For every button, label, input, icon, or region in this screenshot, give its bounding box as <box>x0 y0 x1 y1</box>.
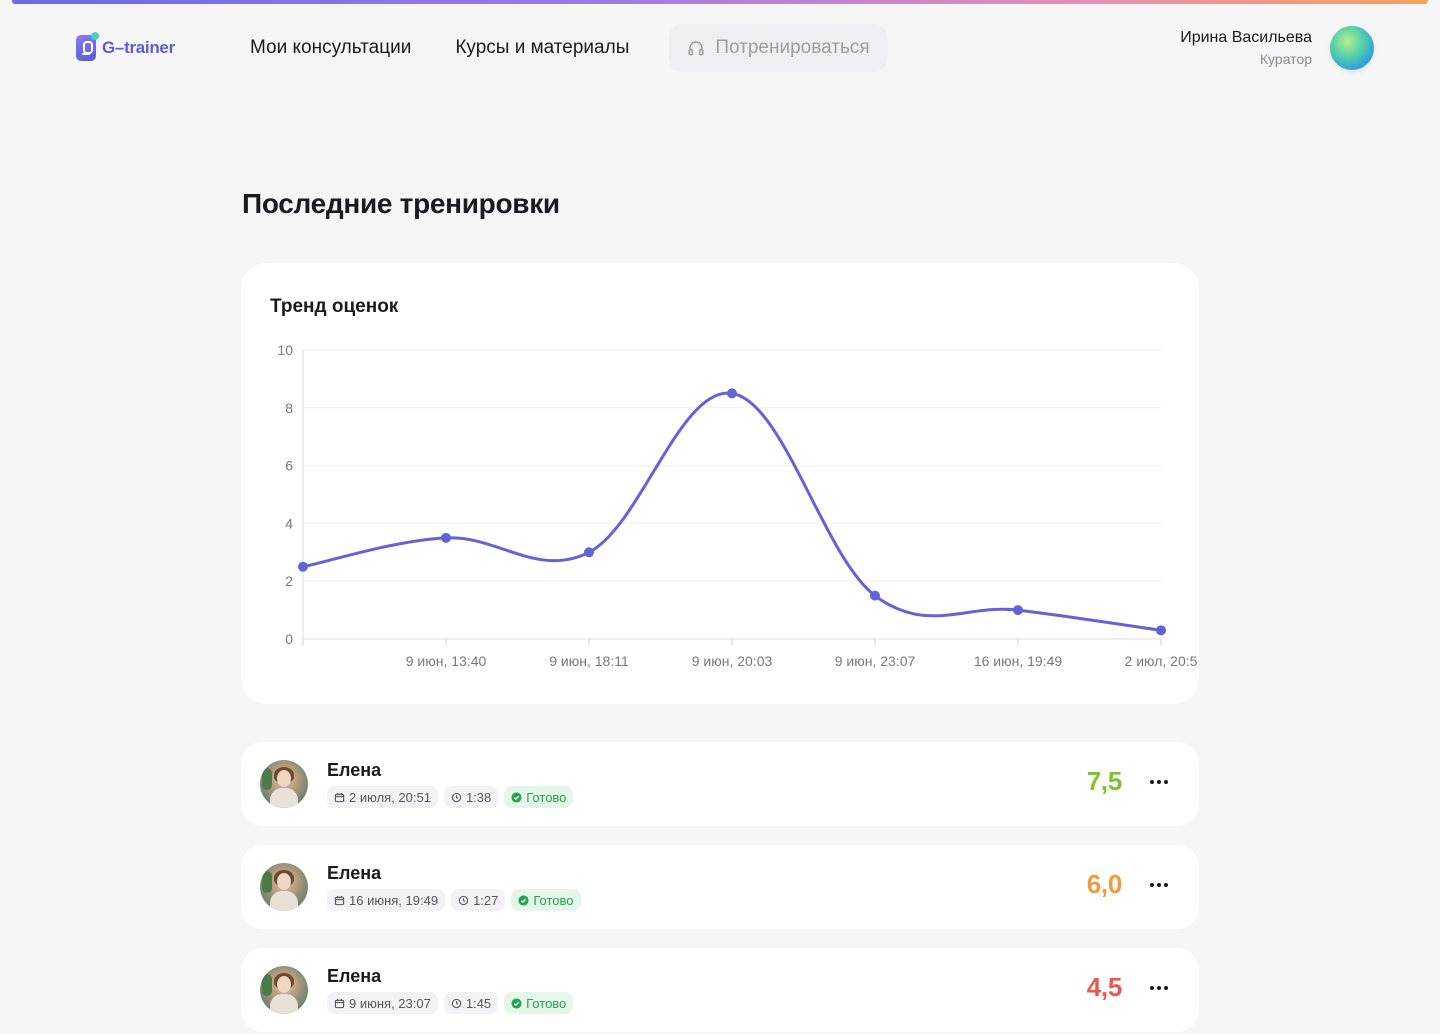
page-title: Последние тренировки <box>242 188 560 219</box>
data-point <box>870 590 880 601</box>
calendar-icon <box>334 792 345 802</box>
more-options-icon[interactable] <box>1149 772 1169 792</box>
user-role: Куратор <box>1259 51 1312 67</box>
x-tick-label: 16 июн, 19:49 <box>974 653 1063 669</box>
y-tick-label: 8 <box>285 400 293 416</box>
score-trend-chart: 0 2 4 6 8 10 9 июн, 13:40 9 июн, 18:11 9 июн, 20… <box>277 342 1198 669</box>
training-duration: 1:45 <box>465 995 492 1011</box>
nav-item-courses[interactable]: Курсы и материалы <box>455 24 629 72</box>
header: G–trainer Мои консультации Курсы и матер… <box>0 0 1440 100</box>
y-tick-label: 2 <box>285 573 293 589</box>
calendar-icon <box>334 895 345 905</box>
x-tick-label: 9 июн, 13:40 <box>406 653 487 669</box>
chart-card: Тренд оценок 0 2 4 6 8 10 9 июн, 13:40 9 июн, 1… <box>241 263 1199 704</box>
date-chip: 9 июня, 23:07 <box>327 992 438 1014</box>
training-score: 7,5 <box>1086 766 1123 796</box>
trainee-avatar <box>260 966 308 1014</box>
trainee-name: Елена <box>327 760 382 780</box>
duration-chip: 1:38 <box>443 786 499 808</box>
duration-chip: 1:45 <box>443 992 499 1014</box>
duration-chip: 1:27 <box>451 889 506 911</box>
avatar[interactable] <box>1330 26 1374 70</box>
data-point <box>298 561 308 572</box>
series-line <box>301 391 1163 632</box>
logo-text: G–trainer <box>102 38 175 57</box>
training-row[interactable]: Елена 9 июня, 23:07 1:45 Готово 4,5 <box>241 948 1199 1032</box>
training-duration: 1:27 <box>473 892 499 908</box>
trainee-avatar <box>260 760 308 808</box>
x-tick-label: 9 июн, 18:11 <box>549 653 629 669</box>
training-date: 9 июня, 23:07 <box>349 995 431 1011</box>
clock-icon <box>451 792 462 802</box>
training-row[interactable]: Елена 16 июня, 19:49 1:27 Готово 6,0 <box>241 845 1199 929</box>
x-tick-label: 2 июл, 20:5 <box>1125 653 1198 669</box>
training-meta: 16 июня, 19:49 1:27 Готово <box>327 889 581 911</box>
training-date: 16 июня, 19:49 <box>349 892 439 908</box>
check-circle-icon <box>511 791 522 803</box>
training-meta: 2 июля, 20:51 1:38 Готово <box>327 786 574 808</box>
train-button[interactable]: Потренироваться <box>669 24 888 72</box>
date-chip: 2 июля, 20:51 <box>327 786 438 808</box>
y-tick-label: 4 <box>285 515 293 531</box>
calendar-icon <box>334 998 345 1008</box>
y-tick-label: 6 <box>285 458 293 474</box>
headphones-icon <box>688 41 704 56</box>
microphone-logo-icon <box>76 32 99 61</box>
status-badge: Готово <box>504 992 574 1014</box>
trainee-avatar <box>260 863 308 911</box>
main-nav: Мои консультации Курсы и материалы Потре… <box>250 24 888 72</box>
user-menu[interactable]: Ирина Васильева Куратор <box>1180 26 1374 70</box>
status-label: Готово <box>526 995 567 1011</box>
trainee-name: Елена <box>327 966 382 986</box>
date-chip: 16 июня, 19:49 <box>327 889 446 911</box>
more-options-icon[interactable] <box>1149 978 1169 998</box>
training-date: 2 июля, 20:51 <box>349 789 431 805</box>
data-point <box>1013 605 1023 616</box>
data-point <box>1156 625 1166 636</box>
status-label: Готово <box>526 789 567 805</box>
clock-icon <box>451 998 462 1008</box>
status-badge: Готово <box>511 889 581 911</box>
status-label: Готово <box>533 892 574 908</box>
clock-icon <box>458 895 469 905</box>
user-name: Ирина Васильева <box>1180 29 1312 46</box>
status-badge: Готово <box>504 786 574 808</box>
check-circle-icon <box>518 894 529 906</box>
user-info: Ирина Васильева Куратор <box>1180 29 1312 67</box>
x-tick-label: 9 июн, 23:07 <box>835 653 916 669</box>
training-duration: 1:38 <box>465 789 492 805</box>
data-point <box>441 532 451 543</box>
check-circle-icon <box>511 997 522 1009</box>
data-point <box>727 388 737 399</box>
nav-item-consultations[interactable]: Мои консультации <box>250 24 411 72</box>
y-tick-label: 10 <box>277 342 293 358</box>
training-meta: 9 июня, 23:07 1:45 Готово <box>327 992 574 1014</box>
y-tick-label: 0 <box>285 631 293 647</box>
train-button-label: Потренироваться <box>715 37 870 58</box>
data-point <box>584 547 594 558</box>
training-row[interactable]: Елена 2 июля, 20:51 1:38 Готово 7,5 <box>241 742 1199 826</box>
training-score: 4,5 <box>1086 972 1123 1002</box>
logo[interactable]: G–trainer <box>76 32 175 61</box>
more-options-icon[interactable] <box>1149 875 1169 895</box>
trainee-name: Елена <box>327 863 382 883</box>
x-tick-label: 9 июн, 20:03 <box>692 653 773 669</box>
training-score: 6,0 <box>1086 869 1123 899</box>
